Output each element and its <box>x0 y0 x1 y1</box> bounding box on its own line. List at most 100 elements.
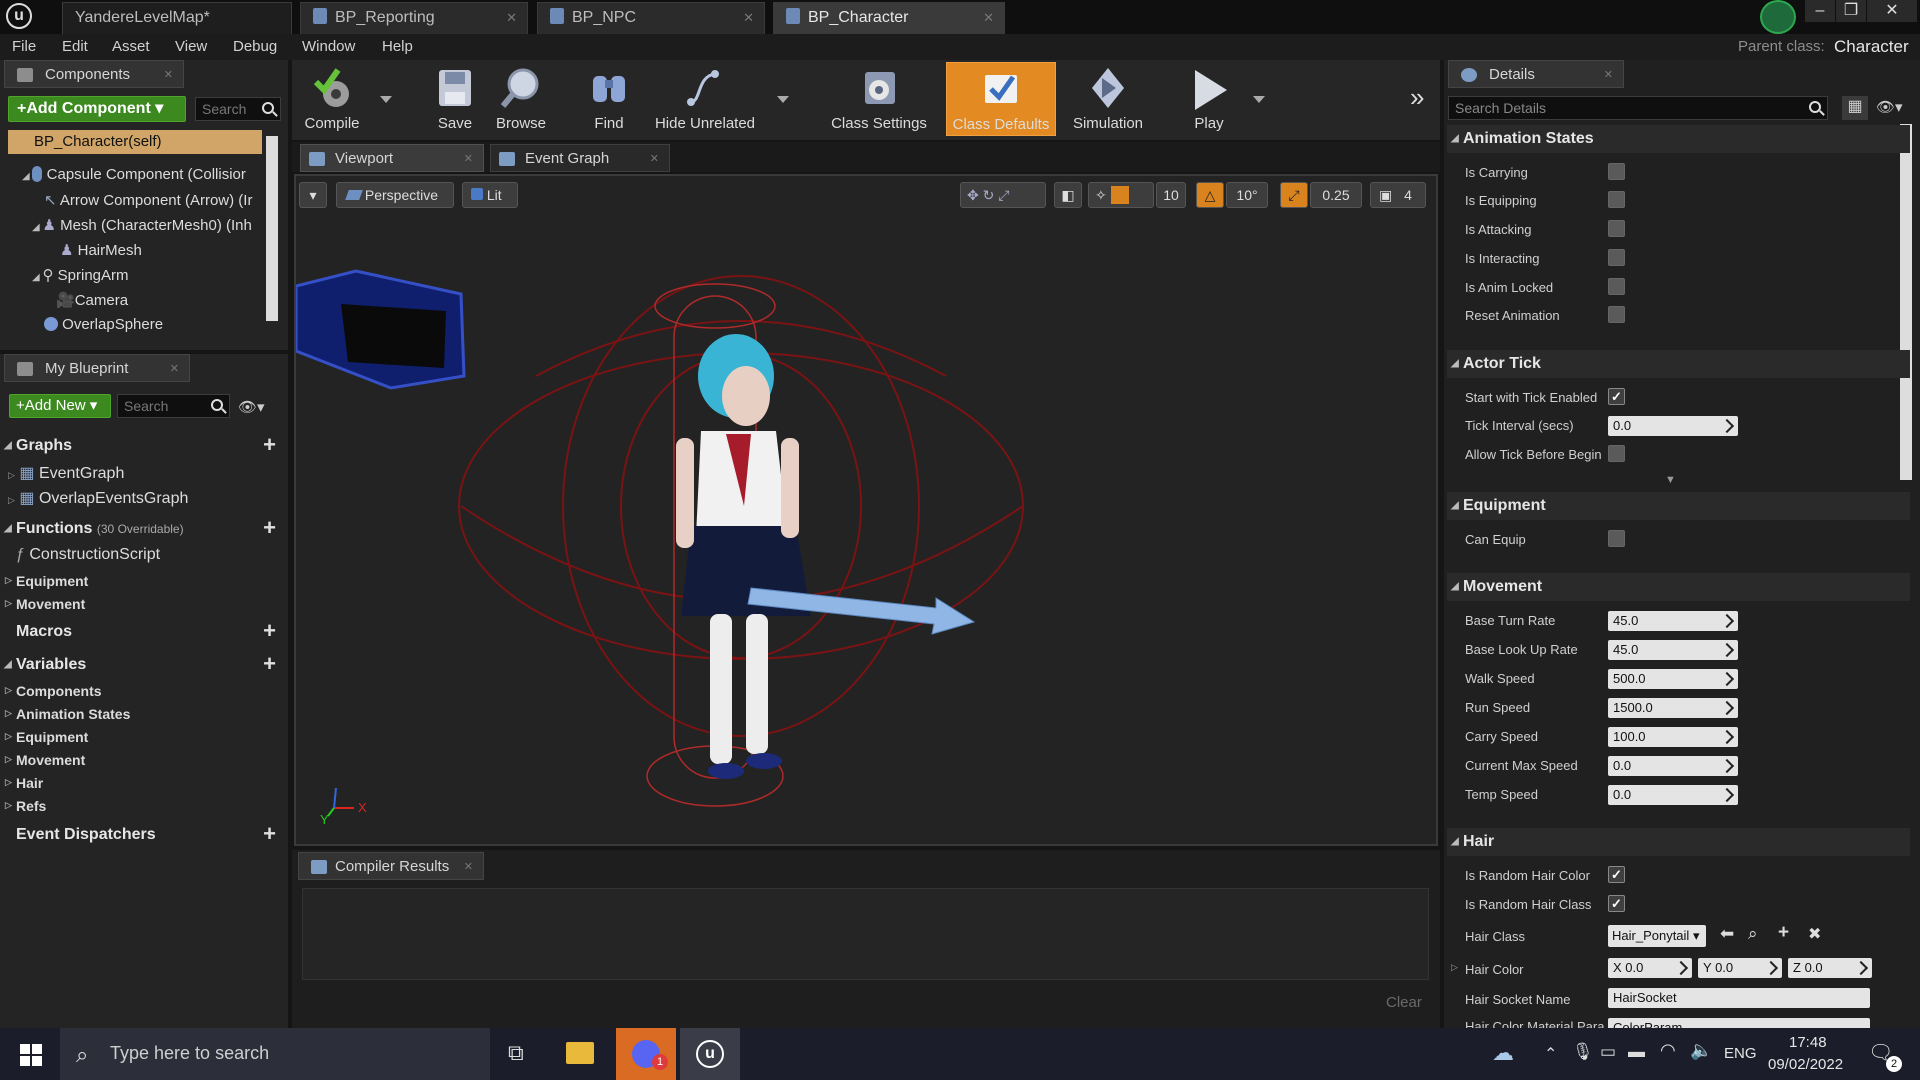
hair-color-material-param-field[interactable]: ColorParam <box>1608 1018 1870 1028</box>
is-carrying-checkbox[interactable] <box>1608 163 1625 180</box>
walk-speed-field[interactable]: 500.0 <box>1608 669 1738 689</box>
view-options-eye-icon[interactable]: 👁▾ <box>1876 98 1903 116</box>
base-look-up-rate-field[interactable]: 45.0 <box>1608 640 1738 660</box>
toolbar-overflow-chevron-icon[interactable]: » <box>1410 82 1424 113</box>
variable-category-equipment[interactable]: ▷ Equipment <box>0 729 88 745</box>
hair-socket-name-field[interactable]: HairSocket <box>1608 988 1870 1008</box>
current-max-speed-field[interactable]: 0.0 <box>1608 756 1738 776</box>
reset-animation-checkbox[interactable] <box>1608 306 1625 323</box>
variable-category-refs[interactable]: ▷ Refs <box>0 798 46 814</box>
menu-help[interactable]: Help <box>382 38 413 55</box>
graph-item-overlapeventsgraph[interactable]: ▷ ▦ OverlapEventsGraph <box>8 488 188 508</box>
menu-view[interactable]: View <box>175 38 207 55</box>
compile-button[interactable]: Compile <box>292 62 372 136</box>
hide-unrelated-button[interactable]: Hide Unrelated <box>650 62 760 136</box>
blueprint-search-input[interactable]: Search <box>117 394 230 418</box>
add-macro-icon[interactable]: + <box>263 619 276 643</box>
menu-file[interactable]: File <box>12 38 36 55</box>
input-language[interactable]: ENG <box>1724 1045 1757 1062</box>
start-with-tick-checkbox[interactable]: ✓ <box>1608 388 1625 405</box>
display-icon[interactable]: ▭ <box>1600 1042 1616 1062</box>
transform-tools-group[interactable]: ✥ ↻ ⤢ <box>960 182 1046 208</box>
function-item-constructionscript[interactable]: ƒ ConstructionScript <box>16 546 160 564</box>
surface-snap-button[interactable]: ✧ <box>1088 182 1154 208</box>
is-random-hair-class-checkbox[interactable]: ✓ <box>1608 895 1625 912</box>
variable-category-movement[interactable]: ▷ Movement <box>0 752 85 768</box>
task-view-icon[interactable]: ⧉ <box>508 1040 524 1066</box>
clock-time[interactable]: 17:48 <box>1789 1034 1827 1051</box>
allow-tick-before-begin-checkbox[interactable] <box>1608 445 1625 462</box>
tab-bp-npc[interactable]: BP_NPC ✕ <box>537 2 765 34</box>
viewport-options-button[interactable]: ▾ <box>299 182 327 208</box>
tab-bp-character[interactable]: BP_Character ✕ <box>773 2 1005 34</box>
run-speed-field[interactable]: 1500.0 <box>1608 698 1738 718</box>
close-icon[interactable]: ✕ <box>464 145 473 173</box>
hair-color-z-field[interactable]: Z 0.0 <box>1788 958 1872 978</box>
is-interacting-checkbox[interactable] <box>1608 249 1625 266</box>
visibility-eye-icon[interactable]: 👁▾ <box>238 398 265 416</box>
can-equip-checkbox[interactable] <box>1608 530 1625 547</box>
tab-yanderelevelmap[interactable]: YandereLevelMap* <box>62 2 292 34</box>
components-search-input[interactable]: Search <box>195 97 281 121</box>
is-attacking-checkbox[interactable] <box>1608 220 1625 237</box>
browse-button[interactable]: Browse <box>490 62 552 136</box>
add-event-dispatcher-icon[interactable]: + <box>263 822 276 846</box>
tree-item-camera[interactable]: 🎥Camera <box>56 291 128 309</box>
close-icon[interactable]: ✕ <box>650 145 659 173</box>
add-function-icon[interactable]: + <box>263 516 276 540</box>
find-button[interactable]: Find <box>578 62 640 136</box>
close-icon[interactable]: ✕ <box>506 3 517 33</box>
self-component-item[interactable]: BP_Character(self) <box>8 130 262 154</box>
carry-speed-field[interactable]: 100.0 <box>1608 727 1738 747</box>
graph-item-eventgraph[interactable]: ▷ ▦ EventGraph <box>8 463 124 483</box>
discord-taskbar-button[interactable]: 1 <box>616 1028 676 1080</box>
details-tab[interactable]: Details ✕ <box>1448 60 1624 88</box>
event-dispatchers-header[interactable]: Event Dispatchers + <box>0 822 286 848</box>
close-icon[interactable]: ✕ <box>743 3 754 33</box>
details-search-input[interactable]: Search Details <box>1448 96 1828 120</box>
equipment-category[interactable]: ◢ Equipment <box>1447 492 1910 520</box>
add-variable-icon[interactable]: + <box>263 652 276 676</box>
scale-snap-value[interactable]: 0.25 <box>1310 182 1362 208</box>
clear-button[interactable]: Clear <box>1386 994 1422 1011</box>
compile-options-dropdown-icon[interactable] <box>380 96 392 103</box>
menu-asset[interactable]: Asset <box>112 38 150 55</box>
tree-item-overlapsphere[interactable]: OverlapSphere <box>44 316 163 333</box>
tab-viewport[interactable]: Viewport ✕ <box>300 144 484 172</box>
hair-category[interactable]: ◢ Hair <box>1447 828 1910 856</box>
scale-snap-icon[interactable]: ⤢ <box>1280 182 1308 208</box>
save-button[interactable]: Save <box>425 62 485 136</box>
perspective-button[interactable]: Perspective <box>336 182 454 208</box>
add-component-button[interactable]: +Add Component ▾ <box>8 96 186 122</box>
restore-icon[interactable]: ❐ <box>1836 0 1866 22</box>
compiler-results-tab[interactable]: Compiler Results ✕ <box>298 852 484 880</box>
variable-category-components[interactable]: ▷ Components <box>0 683 102 699</box>
close-icon[interactable]: ✕ <box>983 3 994 33</box>
is-equipping-checkbox[interactable] <box>1608 191 1625 208</box>
taskbar-search-box[interactable]: ⌕ Type here to search <box>60 1028 490 1080</box>
tick-interval-field[interactable]: 0.0 <box>1608 416 1738 436</box>
tree-item-capsule[interactable]: ◢ Capsule Component (Collisior <box>22 166 246 183</box>
function-category-equipment[interactable]: ▷ Equipment <box>0 573 88 589</box>
base-turn-rate-field[interactable]: 45.0 <box>1608 611 1738 631</box>
graphs-header[interactable]: ◢ Graphs + <box>0 433 286 459</box>
animation-states-category[interactable]: ◢ Animation States <box>1447 125 1910 153</box>
class-defaults-button[interactable]: Class Defaults <box>946 62 1056 136</box>
my-blueprint-tab[interactable]: My Blueprint ✕ <box>4 354 190 382</box>
onedrive-cloud-icon[interactable]: ☁ <box>1492 1040 1514 1066</box>
functions-header[interactable]: ◢ Functions (30 Overridable) + <box>0 516 286 542</box>
clear-asset-icon[interactable]: ✖ <box>1808 924 1821 944</box>
close-window-icon[interactable]: ✕ <box>1867 0 1917 22</box>
viewport-canvas[interactable]: X Y <box>294 174 1438 846</box>
add-new-button[interactable]: +Add New ▾ <box>9 394 111 418</box>
battery-icon[interactable]: ▬ <box>1628 1042 1645 1062</box>
tree-item-mesh[interactable]: ◢ ♟ Mesh (CharacterMesh0) (Inh <box>32 216 252 234</box>
lit-button[interactable]: Lit <box>462 182 518 208</box>
property-matrix-icon[interactable]: ▦ <box>1842 96 1868 120</box>
hair-class-dropdown[interactable]: Hair_Ponytail ▾ <box>1608 925 1706 947</box>
world-local-toggle-icon[interactable]: ◧ <box>1054 182 1082 208</box>
add-graph-icon[interactable]: + <box>263 433 276 457</box>
movement-category[interactable]: ◢ Movement <box>1447 573 1910 601</box>
hide-unrelated-dropdown-icon[interactable] <box>777 96 789 103</box>
hair-color-x-field[interactable]: X 0.0 <box>1608 958 1692 978</box>
